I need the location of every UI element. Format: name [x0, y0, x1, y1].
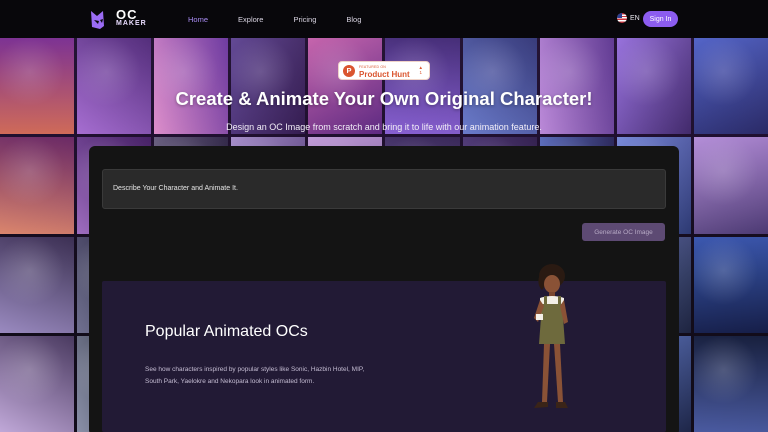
top-nav: OC MAKER Home Explore Pricing Blog EN Si… — [0, 0, 768, 38]
collage-tile — [231, 38, 306, 135]
generate-oc-image-button[interactable]: Generate OC Image — [582, 223, 665, 241]
logo[interactable]: OC MAKER — [88, 6, 147, 32]
animated-character-image — [534, 264, 568, 408]
hero-title: Create & Animate Your Own Original Chara… — [175, 88, 593, 109]
character-prompt-input[interactable]: Describe Your Character and Animate It. — [102, 169, 666, 209]
logo-oc-text: OC — [116, 7, 138, 22]
nav-blog[interactable]: Blog — [346, 15, 361, 24]
nav-links: Home Explore Pricing Blog — [188, 0, 391, 38]
product-hunt-label: Product Hunt — [359, 69, 410, 79]
us-flag-icon — [617, 13, 627, 23]
nav-pricing[interactable]: Pricing — [293, 15, 316, 24]
upvote-arrow-icon: ▲ 1 — [418, 65, 423, 75]
collage-tile — [693, 236, 768, 333]
product-hunt-icon: P — [343, 64, 355, 77]
collage-tile — [0, 38, 75, 135]
collage-tile — [0, 236, 75, 333]
collage-tile — [539, 38, 614, 135]
popular-ocs-title: Popular Animated OCs — [145, 323, 308, 340]
collage-tile — [77, 38, 152, 135]
collage-tile — [0, 335, 75, 432]
nav-explore[interactable]: Explore — [238, 15, 263, 24]
collage-tile — [693, 38, 768, 135]
logo-cat-icon — [91, 11, 104, 29]
language-label: EN — [630, 14, 640, 22]
collage-tile — [385, 38, 460, 135]
sign-in-button[interactable]: Sign In — [643, 11, 678, 27]
language-selector[interactable]: EN — [617, 13, 640, 23]
collage-tile — [616, 38, 691, 135]
nav-home[interactable]: Home — [188, 15, 208, 24]
collage-tile — [0, 137, 75, 234]
collage-tile — [693, 335, 768, 432]
collage-tile — [308, 38, 383, 135]
hero-subtitle: Design an OC Image from scratch and brin… — [226, 122, 542, 132]
collage-tile — [693, 137, 768, 234]
logo-maker-text: MAKER — [116, 20, 147, 27]
collage-tile — [462, 38, 537, 135]
popular-ocs-description: See how characters inspired by popular s… — [145, 366, 365, 385]
product-hunt-badge[interactable]: P FEATURED ON Product Hunt ▲ 1 — [338, 61, 430, 80]
collage-tile — [154, 38, 229, 135]
